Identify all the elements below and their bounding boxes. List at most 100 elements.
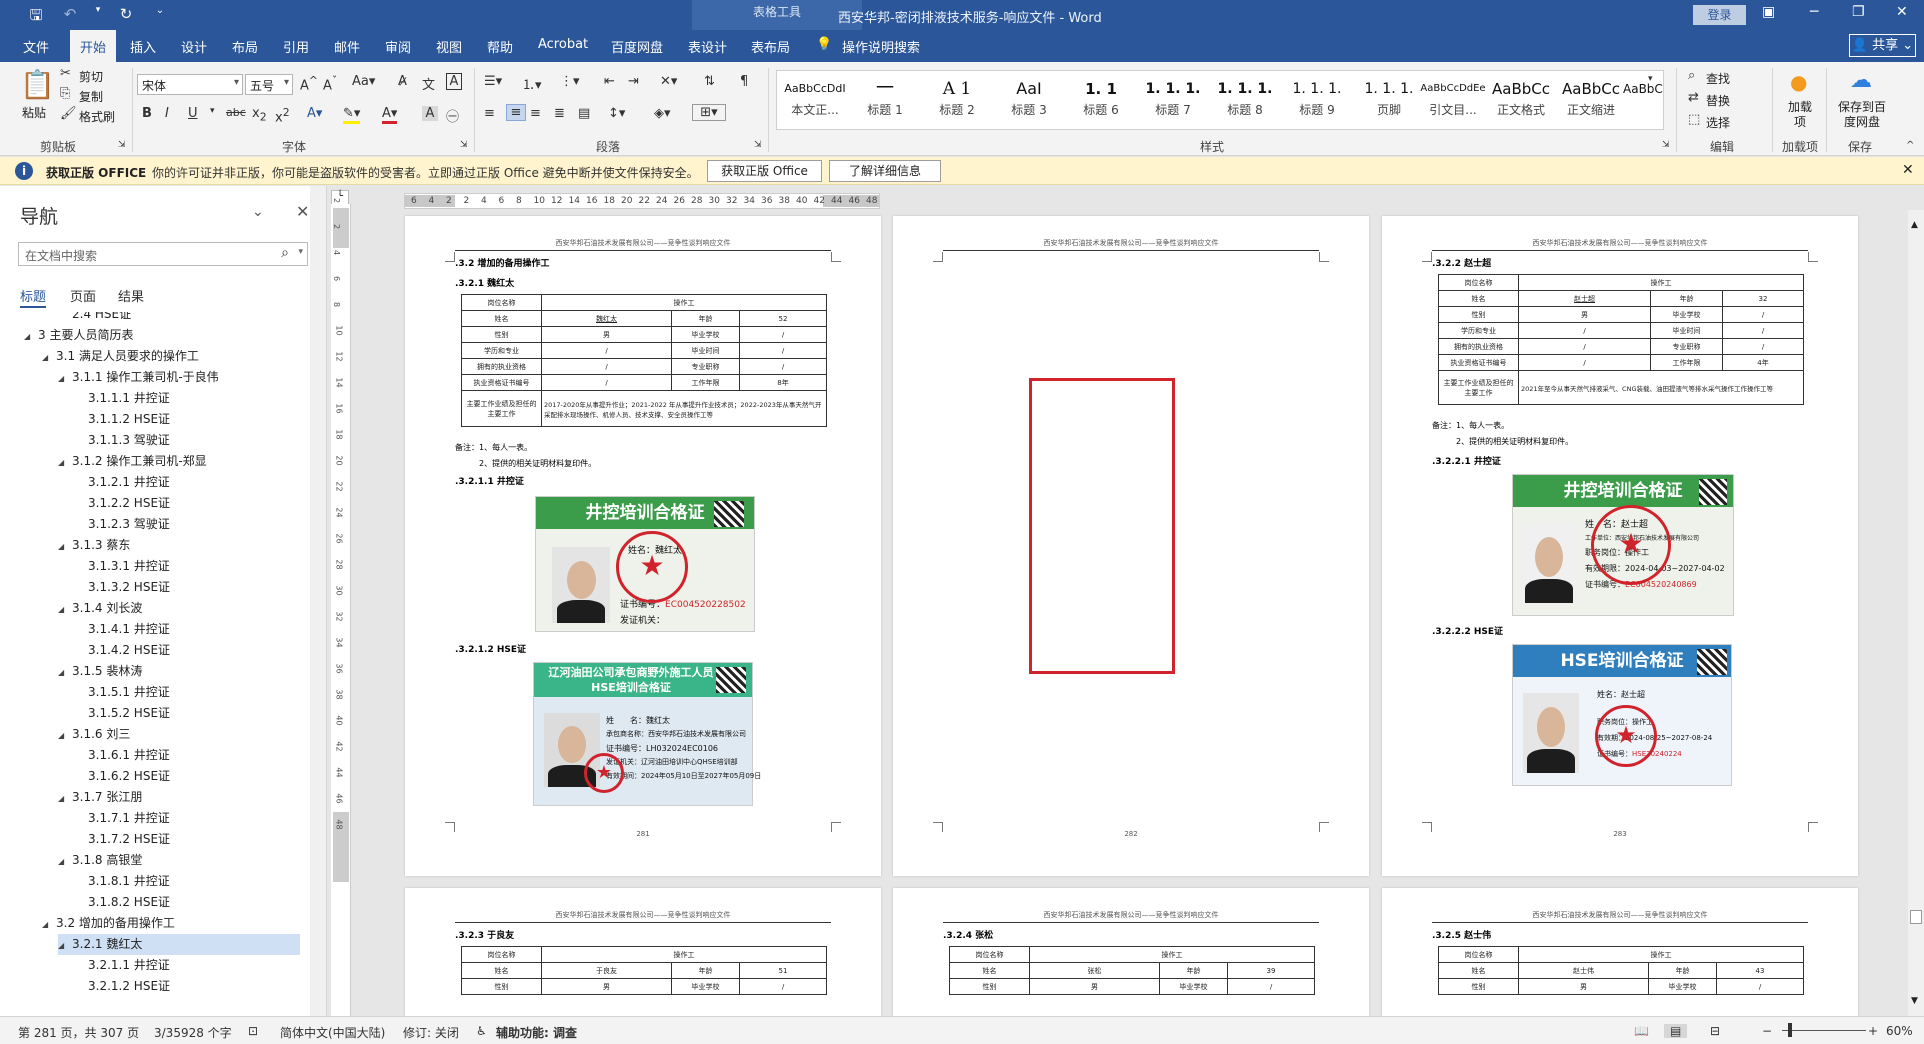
nav-heading-item[interactable]: 3.1.4.2 HSE证 [88,640,170,661]
document-page[interactable]: 西安华邦石油技术发展有限公司——竞争性谈判响应文件 .3.2 增加的备用操作工 … [405,216,881,876]
collapse-arrow-icon[interactable]: ◢ [58,788,72,809]
tab-review[interactable]: 审阅 [385,37,411,56]
multilevel-list-icon[interactable]: ⋮▾ [560,74,580,89]
font-size-combo[interactable]: 五号 [245,74,293,95]
nav-heading-item[interactable]: 3.1.1.2 HSE证 [88,409,170,430]
style-item[interactable]: 1. 1. 1. 页脚 [1353,71,1425,129]
word-count-status[interactable]: 3/35928 个字 [154,1024,232,1041]
styles-launcher-icon[interactable]: ⇲ [1662,140,1670,150]
style-item[interactable]: AaBbCcDdEe 引文目... [1417,71,1489,129]
nav-search-input[interactable]: 在文档中搜索 ⌕ ▾ [18,242,308,266]
nav-heading-item[interactable]: ◢ 3.1.5 裴林涛 [58,661,142,682]
notice-close-icon[interactable]: ✕ [1902,162,1914,178]
subscript-icon[interactable]: x2 [252,106,267,124]
font-launcher-icon[interactable]: ⇲ [460,140,468,150]
format-painter-icon[interactable]: 🖌 [60,106,77,121]
bold-icon[interactable]: B [142,106,152,121]
style-item[interactable]: AaBbCcDdI 本文正... [779,71,851,129]
justify-icon[interactable]: ≣ [554,106,565,121]
tab-acrobat[interactable]: Acrobat [538,37,588,52]
font-color-icon[interactable]: A▾ [382,106,398,124]
select-icon[interactable]: ⬚ [1688,112,1700,127]
nav-heading-item[interactable]: 3.1.3.2 HSE证 [88,577,170,598]
change-case-icon[interactable]: Aa▾ [352,74,375,89]
increase-indent-icon[interactable]: ⇥ [628,74,639,89]
nav-heading-item[interactable]: 3.1.1.3 驾驶证 [88,430,170,451]
collapse-arrow-icon[interactable]: ◢ [58,851,72,872]
nav-heading-item[interactable]: 3.1.2.2 HSE证 [88,493,170,514]
collapse-ribbon-icon[interactable]: ^ [1906,140,1914,151]
chinese-layout-icon[interactable]: ✕▾ [660,74,677,89]
character-border-icon[interactable]: A [446,73,462,90]
undo-icon[interactable]: ↶ [60,5,80,30]
horizontal-ruler[interactable]: 6 4 2 2 4 6 8 10 12 14 16 18 20 22 24 26 28 30 32 34 36 38 40 4… [404,193,880,209]
select-label[interactable]: 选择 [1706,114,1730,131]
style-item[interactable]: AaBbCc 正文格式 [1485,71,1557,129]
replace-label[interactable]: 替换 [1706,92,1730,109]
nav-heading-item[interactable]: ◢ 3.1.7 张江朋 [58,787,142,808]
copy-label[interactable]: 复制 [79,88,103,105]
shrink-font-icon[interactable]: Aˇ [323,74,337,93]
track-changes-status[interactable]: 修订: 关闭 [403,1024,459,1041]
print-layout-icon[interactable]: ▤ [1664,1024,1688,1038]
nav-heading-item[interactable]: 2.4 HSE证 [72,312,131,325]
tell-me-search[interactable]: 操作说明搜索 [842,37,920,56]
show-marks-icon[interactable]: ¶ [740,74,748,89]
collapse-arrow-icon[interactable]: ◢ [42,914,56,935]
sort-icon[interactable]: ⇅ [704,74,715,89]
nav-heading-item[interactable]: 3.1.6.2 HSE证 [88,766,170,787]
style-item[interactable]: 一标题 1 [849,71,921,129]
line-spacing-icon[interactable]: ↕▾ [608,106,625,121]
clear-format-icon[interactable]: A̷ [398,74,407,89]
cut-icon[interactable]: ✂ [60,66,71,81]
italic-icon[interactable]: I [165,106,169,121]
nav-heading-item[interactable]: ◢ 3 主要人员简历表 [24,325,133,346]
addins-button[interactable]: 加载项 [1784,100,1816,130]
find-icon[interactable]: ⌕ [1688,68,1695,83]
font-name-combo[interactable]: 宋体 [137,74,243,95]
style-item[interactable]: AaBbCcDd [1623,71,1663,129]
tab-mailings[interactable]: 邮件 [334,37,360,56]
shading-icon[interactable]: ◈▾ [654,106,671,121]
paste-label[interactable]: 粘贴 [22,104,46,121]
accessibility-status[interactable]: 辅助功能: 调查 [496,1024,577,1041]
nav-heading-item[interactable]: 3.1.7.2 HSE证 [88,829,170,850]
format-painter-label[interactable]: 格式刷 [79,108,115,125]
zoom-out-icon[interactable]: − [1762,1024,1772,1038]
nav-tab-results[interactable]: 结果 [118,286,144,305]
document-canvas[interactable]: 西安华邦石油技术发展有限公司——竞争性谈判响应文件 .3.2 增加的备用操作工 … [352,210,1908,1016]
nav-heading-item[interactable]: ◢ 3.1.6 刘三 [58,724,130,745]
nav-heading-item[interactable]: 3.1.2.1 井控证 [88,472,170,493]
highlight-icon[interactable]: ✎▾ [343,106,361,124]
nav-heading-item[interactable]: 3.1.8.1 井控证 [88,871,170,892]
proofing-icon[interactable]: ⊡ [248,1024,258,1038]
collapse-arrow-icon[interactable]: ◢ [24,326,38,347]
nav-heading-item[interactable]: 3.1.7.1 井控证 [88,808,170,829]
text-effects-icon[interactable]: A▾ [307,106,322,121]
document-page[interactable]: 西安华邦石油技术发展有限公司——竞争性谈判响应文件 .3.2.3 于良友 岗位名… [405,888,881,1016]
nav-heading-item[interactable]: ◢ 3.1.3 蔡东 [58,535,130,556]
baidu-netdisk-icon[interactable]: ☁ [1850,68,1872,93]
distributed-icon[interactable]: ▤ [578,106,590,121]
tab-references[interactable]: 引用 [283,37,309,56]
nav-heading-item[interactable]: 3.1.2.3 驾驶证 [88,514,170,535]
tab-help[interactable]: 帮助 [487,37,513,56]
customize-toolbar-icon[interactable]: ⌄ [150,5,170,30]
nav-heading-item[interactable]: 3.1.5.1 井控证 [88,682,170,703]
find-label[interactable]: 查找 [1706,70,1730,87]
tab-table-layout[interactable]: 表布局 [751,37,790,56]
style-item[interactable]: 1. 1. 1. 标题 7 [1137,71,1209,129]
replace-icon[interactable]: ⇄ [1688,90,1699,105]
collapse-arrow-icon[interactable]: ◢ [58,935,72,956]
nav-heading-item[interactable]: ◢ 3.1.4 刘长波 [58,598,142,619]
underline-dropdown-icon[interactable]: ▾ [210,106,215,116]
zoom-slider[interactable] [1782,1030,1866,1031]
save-icon[interactable]: 🖫 [26,5,46,30]
underline-icon[interactable]: U [188,106,198,121]
scroll-down-icon[interactable]: ▼ [1911,996,1918,1006]
save-to-baidu-button[interactable]: 保存到百度网盘 [1836,100,1888,130]
nav-heading-item[interactable]: 3.1.4.1 井控证 [88,619,170,640]
redo-icon[interactable]: ↻ [116,5,136,30]
align-right-icon[interactable]: ≡ [530,106,541,121]
nav-heading-item[interactable]: 3.1.1.1 井控证 [88,388,170,409]
